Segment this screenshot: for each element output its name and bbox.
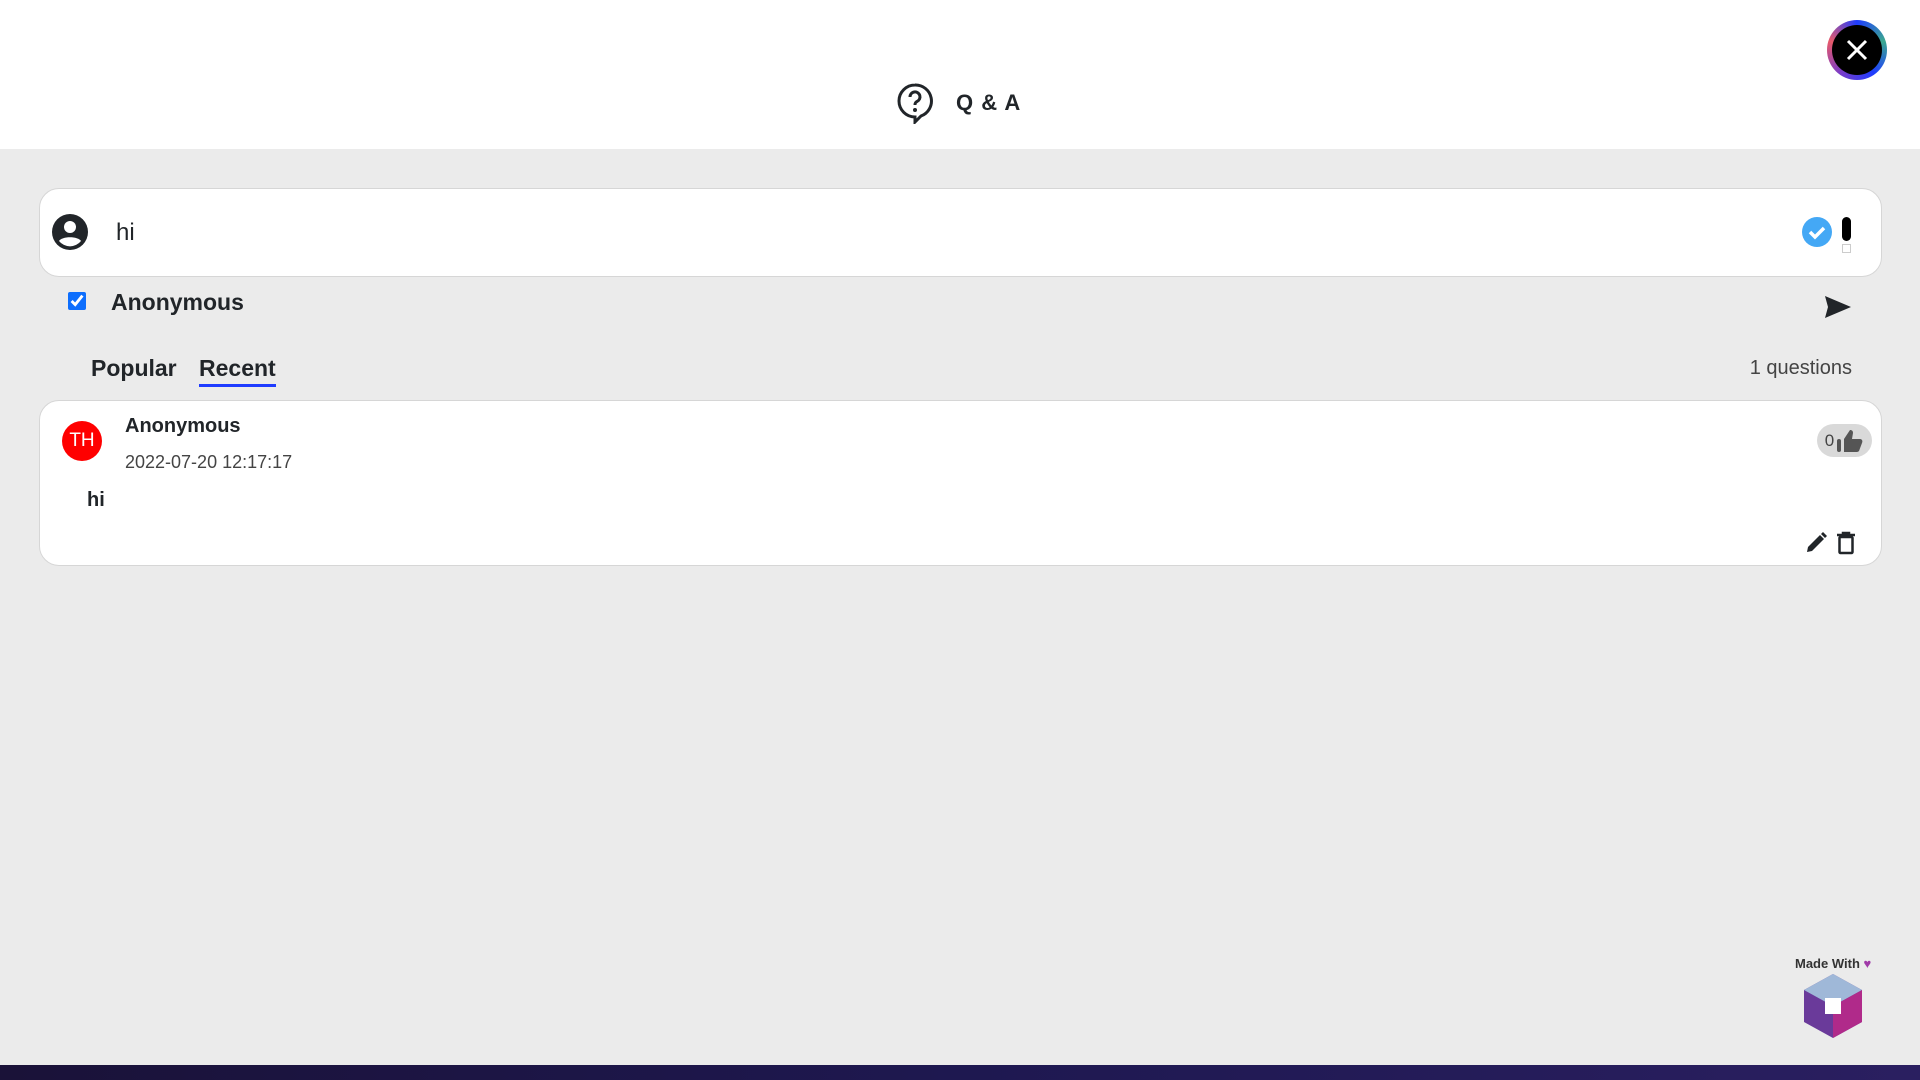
logo-icon [1804, 974, 1863, 1038]
question-input[interactable] [116, 211, 1716, 255]
timestamp: 2022-07-20 12:17:17 [125, 452, 293, 472]
close-button[interactable] [1827, 20, 1887, 80]
edit-icon[interactable] [1804, 531, 1828, 555]
made-with-badge: Made With ♥ [1795, 956, 1871, 1046]
anonymous-checkbox[interactable] [68, 292, 86, 310]
close-icon [1846, 39, 1868, 61]
header: Q & A [0, 0, 1920, 149]
check-circle-icon[interactable] [1802, 217, 1832, 247]
avatar: TH [62, 421, 102, 461]
thumbs-up-icon [1837, 429, 1863, 452]
anonymous-label: Anonymous [111, 289, 244, 315]
trash-icon[interactable] [1836, 531, 1856, 555]
question-text: hi [87, 489, 105, 511]
made-with-text: Made With [1795, 956, 1860, 971]
anonymous-toggle: Anonymous [68, 289, 244, 315]
title-text: Q & A [956, 90, 1022, 115]
question-bubble-icon [897, 83, 933, 124]
like-count: 0 [1824, 430, 1835, 450]
question-composer [39, 188, 1882, 277]
tab-popular[interactable]: Popular [91, 355, 177, 382]
resize-handle[interactable] [1842, 244, 1851, 253]
question-count: 1 questions [1749, 357, 1852, 379]
like-button[interactable]: 0 [1817, 424, 1872, 457]
send-icon[interactable] [1824, 295, 1852, 319]
question-card: TH Anonymous 2022-07-20 12:17:17 hi 0 [39, 400, 1882, 566]
user-circle-icon [52, 214, 88, 250]
bottom-bar [0, 1065, 1920, 1080]
tab-recent[interactable]: Recent [199, 355, 276, 387]
mic-icon[interactable] [1842, 217, 1851, 241]
page-title: Q & A [896, 82, 1021, 124]
heart-icon: ♥ [1863, 956, 1872, 971]
author-name: Anonymous [125, 415, 241, 437]
